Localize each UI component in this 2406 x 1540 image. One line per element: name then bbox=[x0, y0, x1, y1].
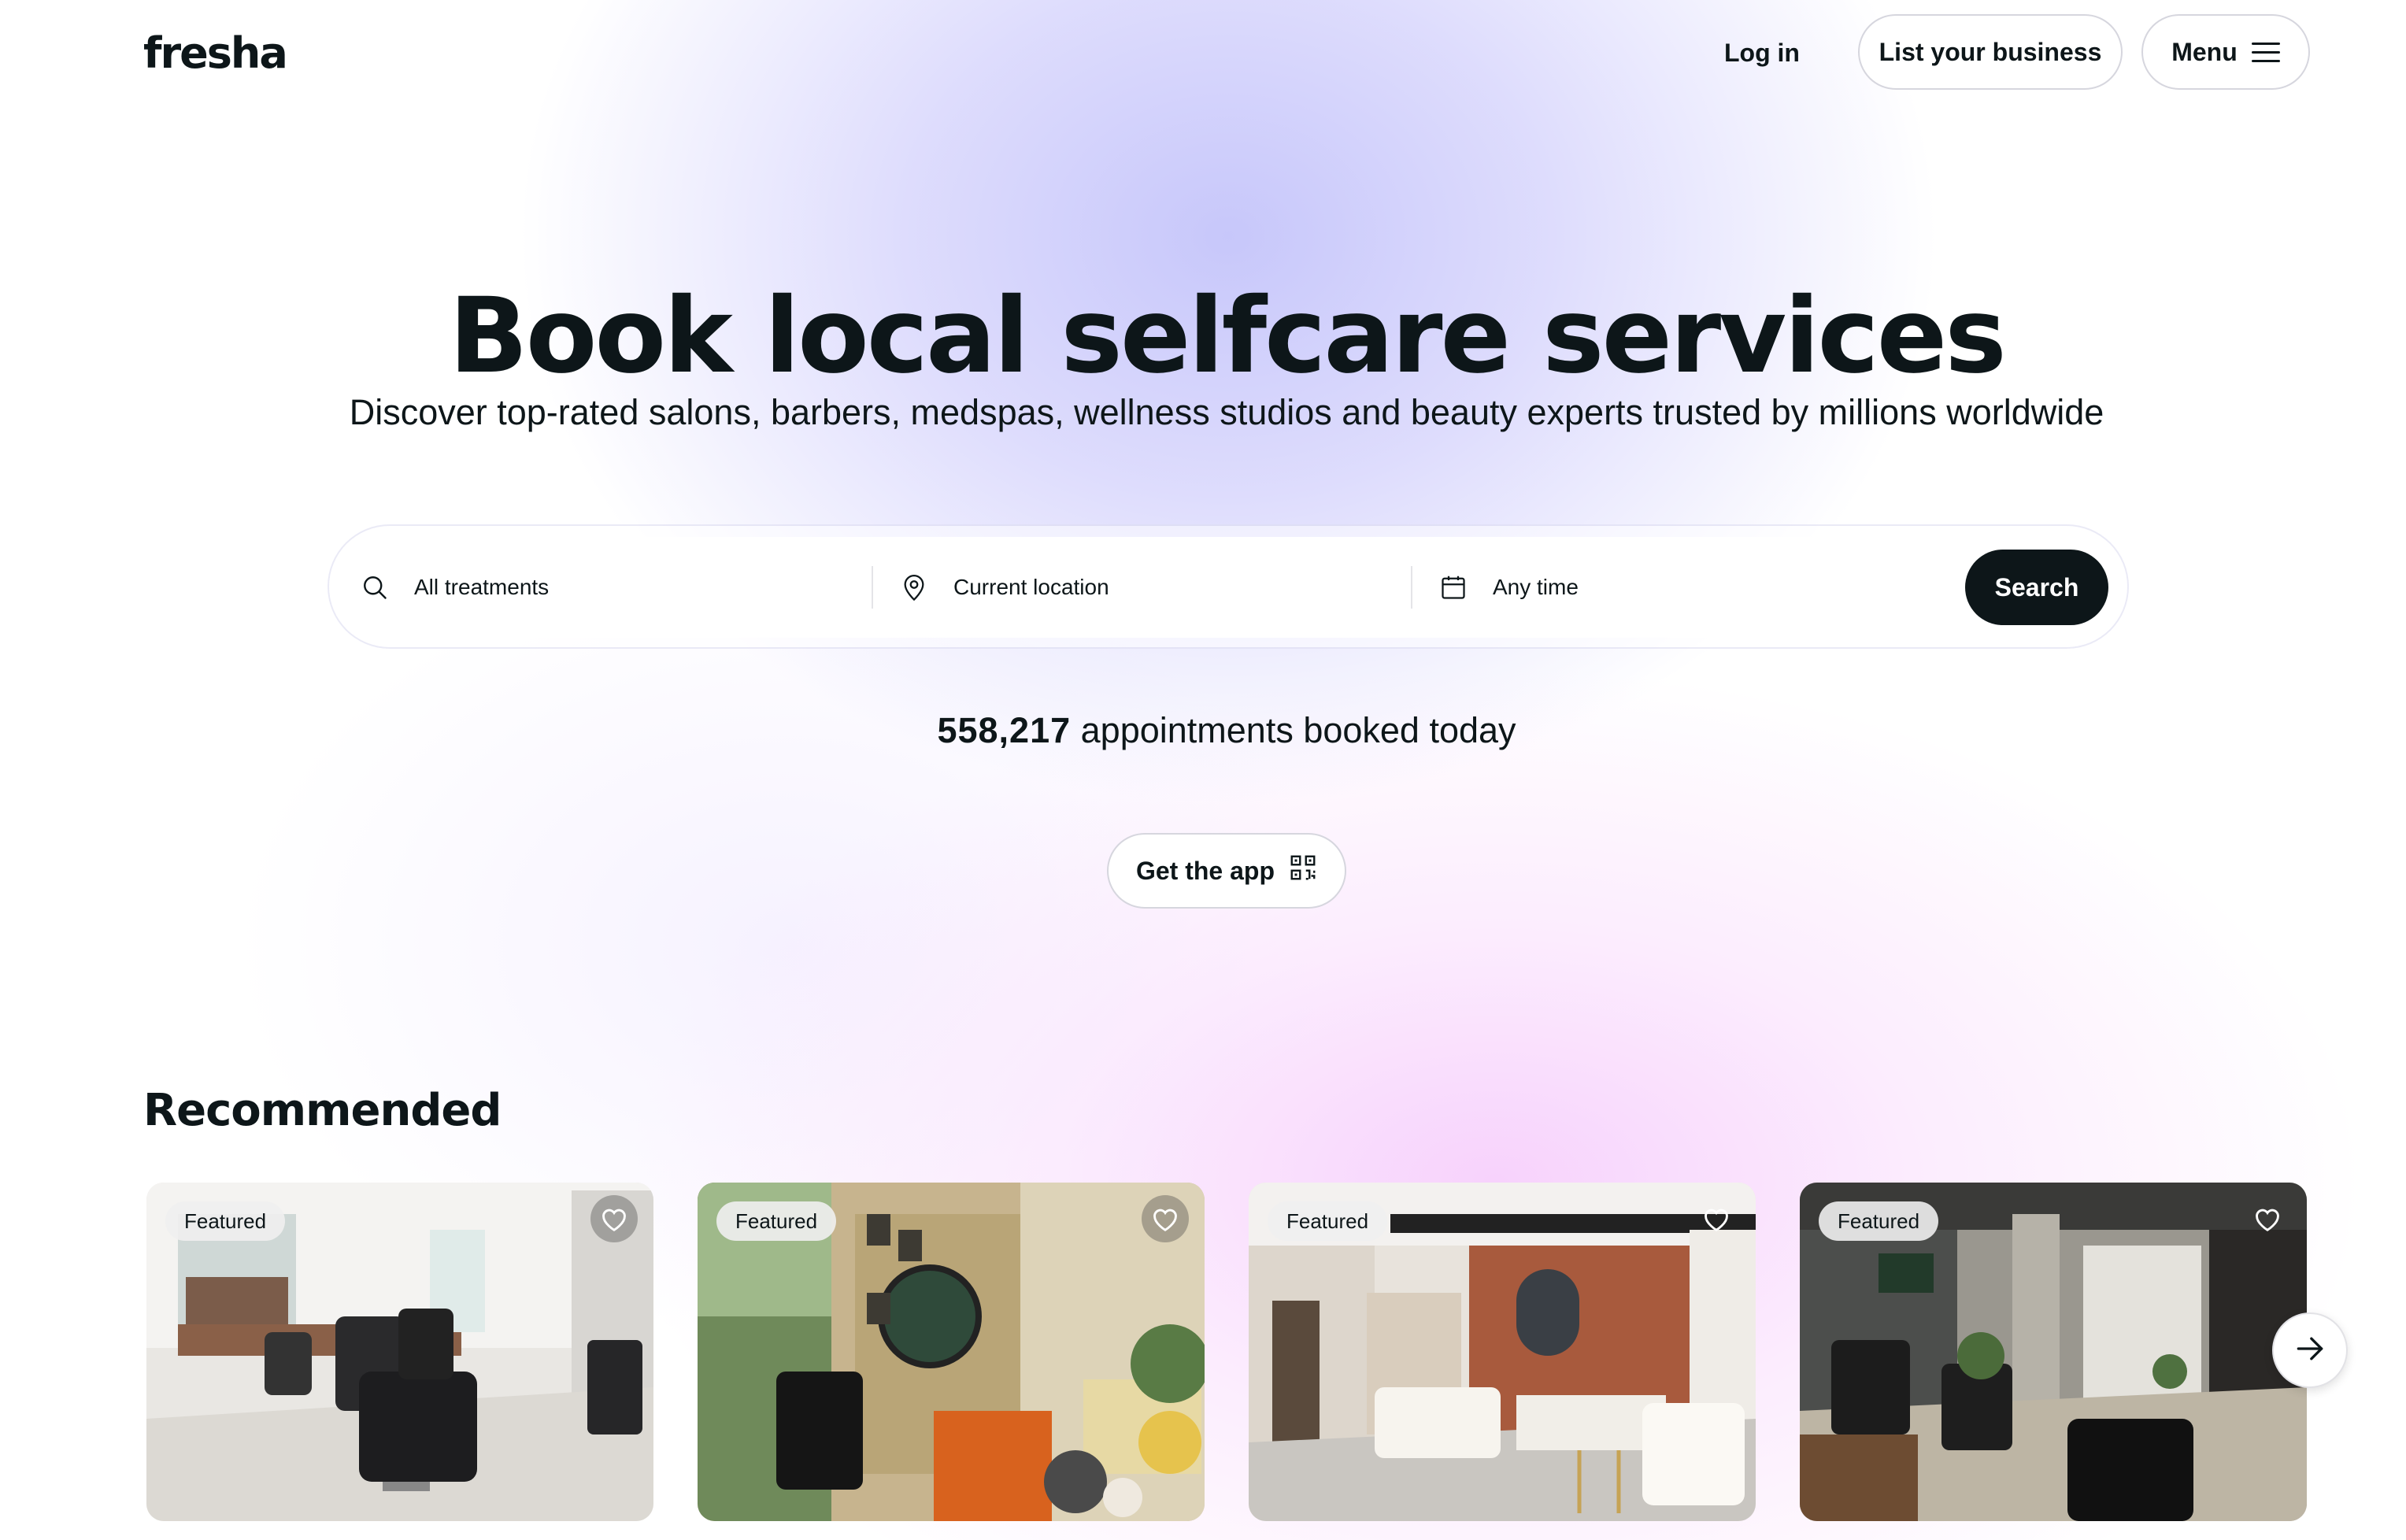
get-app-label: Get the app bbox=[1135, 856, 1275, 885]
calendar-icon bbox=[1438, 572, 1469, 603]
heart-icon[interactable] bbox=[1693, 1195, 1740, 1242]
arrow-right-icon bbox=[2293, 1331, 2327, 1370]
venue-card[interactable]: Featured bbox=[146, 1183, 653, 1521]
fresha-logo[interactable]: fresha bbox=[143, 28, 288, 78]
search-button-label: Search bbox=[1994, 572, 2079, 602]
search-button[interactable]: Search bbox=[1965, 550, 2108, 625]
location-pin-icon bbox=[898, 572, 930, 603]
venue-card[interactable]: Featured bbox=[1800, 1183, 2307, 1521]
location-field[interactable]: Current location bbox=[873, 537, 1411, 638]
featured-badge: Featured bbox=[716, 1201, 837, 1241]
location-value: Current location bbox=[953, 575, 1109, 599]
search-bar: All treatments Current location Any time… bbox=[334, 537, 2121, 638]
hero-subtitle: Discover top-rated salons, barbers, meds… bbox=[349, 392, 2104, 432]
appointments-label: appointments booked today bbox=[1080, 710, 1516, 750]
login-link[interactable]: Log in bbox=[1724, 30, 1800, 76]
heart-icon[interactable] bbox=[2244, 1195, 2291, 1242]
get-app-button[interactable]: Get the app bbox=[1107, 833, 1346, 909]
search-icon bbox=[359, 572, 391, 603]
menu-label: Menu bbox=[2171, 37, 2238, 66]
treatments-field[interactable]: All treatments bbox=[334, 537, 872, 638]
featured-badge: Featured bbox=[1268, 1201, 1388, 1241]
appointments-counter: 558,217 appointments booked today bbox=[0, 710, 2406, 751]
qr-code-icon bbox=[1289, 853, 1317, 888]
venue-card[interactable]: Featured bbox=[698, 1183, 1205, 1521]
menu-button[interactable]: Menu bbox=[2141, 14, 2310, 90]
treatments-value: All treatments bbox=[414, 575, 550, 599]
list-business-label: List your business bbox=[1879, 37, 2102, 66]
time-field[interactable]: Any time bbox=[1412, 537, 1965, 638]
appointments-count: 558,217 bbox=[937, 710, 1072, 750]
venue-card[interactable]: Featured bbox=[1249, 1183, 1756, 1521]
carousel-next-button[interactable] bbox=[2272, 1312, 2348, 1388]
hero-title: Book local selfcare services bbox=[449, 276, 2007, 397]
recommended-heading: Recommended bbox=[143, 1085, 502, 1136]
featured-badge: Featured bbox=[1819, 1201, 1939, 1241]
heart-icon[interactable] bbox=[1142, 1195, 1189, 1242]
featured-badge: Featured bbox=[165, 1201, 286, 1241]
time-value: Any time bbox=[1493, 575, 1579, 599]
list-business-button[interactable]: List your business bbox=[1858, 14, 2123, 90]
heart-icon[interactable] bbox=[590, 1195, 638, 1242]
hamburger-icon bbox=[2251, 42, 2280, 62]
